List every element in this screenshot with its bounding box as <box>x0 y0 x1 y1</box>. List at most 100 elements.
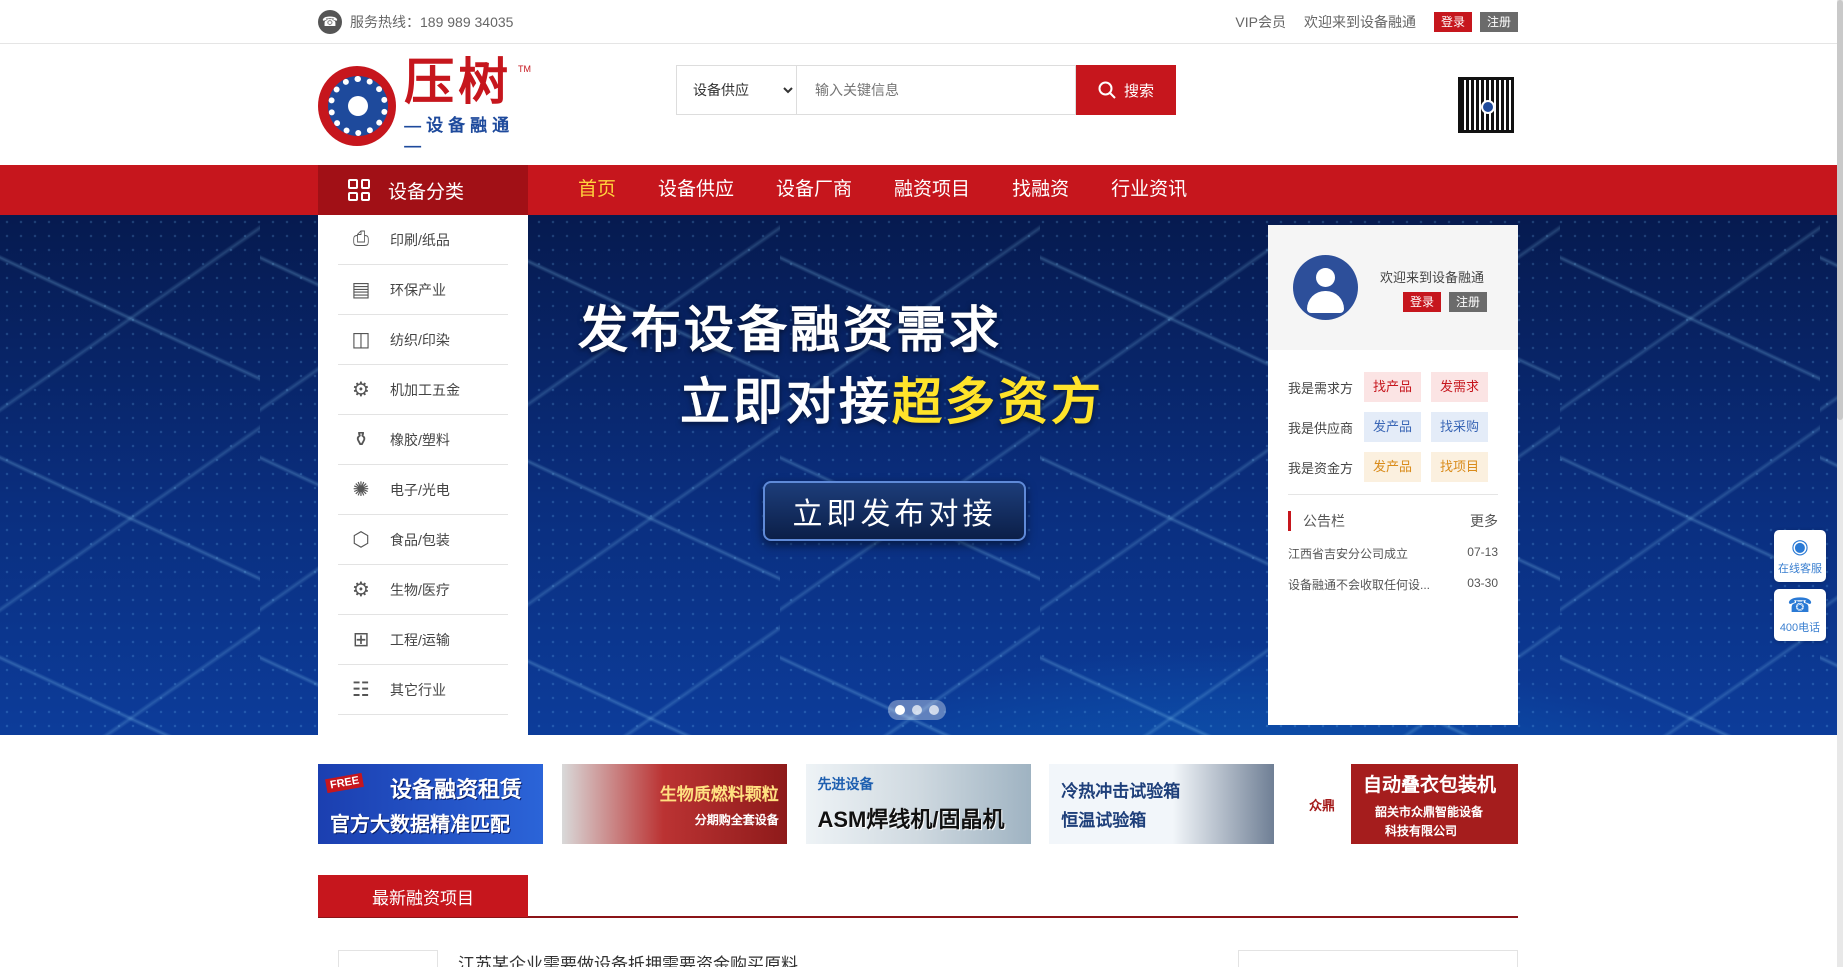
ad-banner-test-chamber[interactable]: 冷热冲击试验箱 恒温试验箱 <box>1049 764 1275 844</box>
search-icon <box>1098 81 1116 99</box>
hotline: ☎ 服务热线：189 989 34035 <box>318 10 513 34</box>
ad-line: 先进设备 <box>817 776 874 792</box>
category-label: 电子/光电 <box>390 481 450 498</box>
panel-welcome: 欢迎来到设备融通 <box>1380 270 1485 285</box>
banner-subheadline-prefix: 立即对接 <box>680 374 892 430</box>
search-category-select[interactable]: 设备供应 <box>676 65 796 115</box>
logo-main-text: 压树 <box>404 52 513 111</box>
post-product-button[interactable]: 发产品 <box>1364 412 1421 442</box>
category-item[interactable]: ⚙ 机加工五金 <box>338 365 508 415</box>
bulb-icon: ✺ <box>352 479 370 501</box>
phone-service-label: 400电话 <box>1779 622 1821 634</box>
scrollbar-thumb[interactable] <box>1837 0 1843 420</box>
category-label: 其它行业 <box>390 681 446 698</box>
slider-dot[interactable] <box>912 705 922 715</box>
ad-line: 恒温试验箱 <box>1061 811 1147 830</box>
nav-find-financing[interactable]: 找融资 <box>991 165 1090 215</box>
top-bar: ☎ 服务热线：189 989 34035 VIP会员 欢迎来到设备融通 登录 注… <box>0 0 1837 44</box>
category-item[interactable]: ⎙ 印刷/纸品 <box>338 215 508 265</box>
ad-banner-leasing[interactable]: FREE 设备融资租赁 官方大数据精准匹配 <box>318 764 543 844</box>
notice-item[interactable]: 设备融通不会收取任何设... 03-30 <box>1288 576 1498 593</box>
nav-projects[interactable]: 融资项目 <box>873 165 991 215</box>
category-item[interactable]: ⊞ 工程/运输 <box>338 615 508 665</box>
latest-projects-header: 最新融资项目 <box>318 875 1518 918</box>
category-list: ⎙ 印刷/纸品 ▤ 环保产业 ◫ 纺织/印染 ⚙ 机加工五金 ⚱ 橡胶/塑料 ✺ 电子/光电… <box>318 215 528 735</box>
ad-line: 冷热冲击试验箱 <box>1061 782 1181 801</box>
category-label: 印刷/纸品 <box>390 231 450 248</box>
panel-login-button[interactable]: 登录 <box>1403 292 1442 312</box>
grid-icon <box>348 179 370 201</box>
logo-sub-text: —设备融通— <box>404 116 515 155</box>
category-item[interactable]: ⚱ 橡胶/塑料 <box>338 415 508 465</box>
find-project-button[interactable]: 找项目 <box>1431 452 1488 482</box>
online-service-button[interactable]: ◉ 在线客服 <box>1774 530 1826 582</box>
ad-line: 分期购全套设备 <box>694 813 779 827</box>
gear-icon: ⚙ <box>352 379 370 401</box>
printer-icon: ⎙ <box>353 228 369 250</box>
gear-icon: ⚙ <box>352 579 370 601</box>
bottle-icon: ⚱ <box>352 429 370 451</box>
project-thumbnail[interactable] <box>338 950 438 967</box>
user-panel: 欢迎来到设备融通 登录 注册 我是需求方 找产品 发需求 我是供应商 发产品 找… <box>1268 225 1518 725</box>
notice-item[interactable]: 江西省吉安分公司成立 07-13 <box>1288 545 1498 562</box>
find-product-button[interactable]: 找产品 <box>1364 372 1421 402</box>
publish-cta-button[interactable]: 立即发布对接 <box>763 481 1026 541</box>
phone-icon: ☎ <box>318 10 342 34</box>
hotline-text: 服务热线：189 989 34035 <box>350 14 514 30</box>
category-menu-title: 设备分类 <box>388 181 465 203</box>
search-button[interactable]: 搜索 <box>1076 65 1176 115</box>
role-label: 我是需求方 <box>1288 380 1354 396</box>
investor-post-product-button[interactable]: 发产品 <box>1364 452 1421 482</box>
nav-home[interactable]: 首页 <box>557 165 637 215</box>
register-button[interactable]: 注册 <box>1479 12 1518 32</box>
nav-news[interactable]: 行业资讯 <box>1090 165 1208 215</box>
notice-date: 03-30 <box>1467 576 1498 590</box>
site-logo[interactable]: 压树 —设备融通— <box>318 55 533 155</box>
vip-link[interactable]: VIP会员 <box>1235 12 1286 32</box>
panel-register-button[interactable]: 注册 <box>1449 292 1488 312</box>
nav-manufacturers[interactable]: 设备厂商 <box>755 165 873 215</box>
ad-banner-biomass[interactable]: 生物质燃料颗粒 分期购全套设备 <box>561 764 787 844</box>
ad-banner-asm[interactable]: 先进设备 ASM焊线机/固晶机 <box>805 764 1031 844</box>
latest-projects-tab[interactable]: 最新融资项目 <box>318 875 528 917</box>
find-purchase-button[interactable]: 找采购 <box>1431 412 1488 442</box>
banner-headline: 发布设备融资需求 <box>578 302 1002 358</box>
notice-more-link[interactable]: 更多 <box>1470 511 1498 531</box>
category-item[interactable]: ⚙ 生物/医疗 <box>338 565 508 615</box>
post-demand-button[interactable]: 发需求 <box>1431 372 1488 402</box>
search-button-label: 搜索 <box>1123 82 1154 100</box>
banner-subheadline-highlight: 超多资方 <box>892 374 1104 430</box>
ad-banner-folding-machine[interactable]: 众鼎 自动叠衣包装机 韶关市众鼎智能设备 科技有限公司 <box>1293 764 1518 844</box>
category-item[interactable]: ☷ 其它行业 <box>338 665 508 715</box>
category-item[interactable]: ◫ 纺织/印染 <box>338 315 508 365</box>
slider-pagination <box>888 700 946 720</box>
user-avatar-icon <box>1293 255 1358 320</box>
zhongding-logo: 众鼎 <box>1293 764 1351 844</box>
document-icon: ▤ <box>351 279 371 301</box>
login-button[interactable]: 登录 <box>1433 12 1472 32</box>
category-label: 生物/医疗 <box>390 581 450 598</box>
category-item[interactable]: ▤ 环保产业 <box>338 265 508 315</box>
search-input[interactable] <box>796 65 1076 115</box>
project-title[interactable]: 江苏某企业需要做设备抵押需要资金购买原料 <box>458 950 798 967</box>
slider-dot[interactable] <box>895 705 905 715</box>
nav-supply[interactable]: 设备供应 <box>637 165 755 215</box>
notice-board: 公告栏 更多 江西省吉安分公司成立 07-13 设备融通不会收取任何设... 0… <box>1288 494 1498 593</box>
banner-subheadline: 立即对接超多资方 <box>680 362 1104 434</box>
trademark: TM <box>518 64 531 74</box>
category-item[interactable]: ⬡ 食品/包装 <box>338 515 508 565</box>
category-label: 工程/运输 <box>390 631 450 648</box>
category-menu-header[interactable]: 设备分类 <box>318 165 528 215</box>
category-item[interactable]: ✺ 电子/光电 <box>338 465 508 515</box>
category-label: 环保产业 <box>390 281 446 298</box>
page-scrollbar[interactable] <box>1837 0 1843 967</box>
stack-icon: ☷ <box>352 679 370 701</box>
role-row: 我是供应商 发产品 找采购 <box>1288 412 1498 442</box>
category-label: 机加工五金 <box>390 381 460 398</box>
online-service-label: 在线客服 <box>1778 563 1822 575</box>
ad-line: 官方大数据精准匹配 <box>330 813 510 836</box>
ad-line: 生物质燃料颗粒 <box>659 785 779 804</box>
slider-dot[interactable] <box>929 705 939 715</box>
phone-service-button[interactable]: ☎ 400电话 <box>1774 589 1826 641</box>
book-icon: ◫ <box>351 329 371 351</box>
